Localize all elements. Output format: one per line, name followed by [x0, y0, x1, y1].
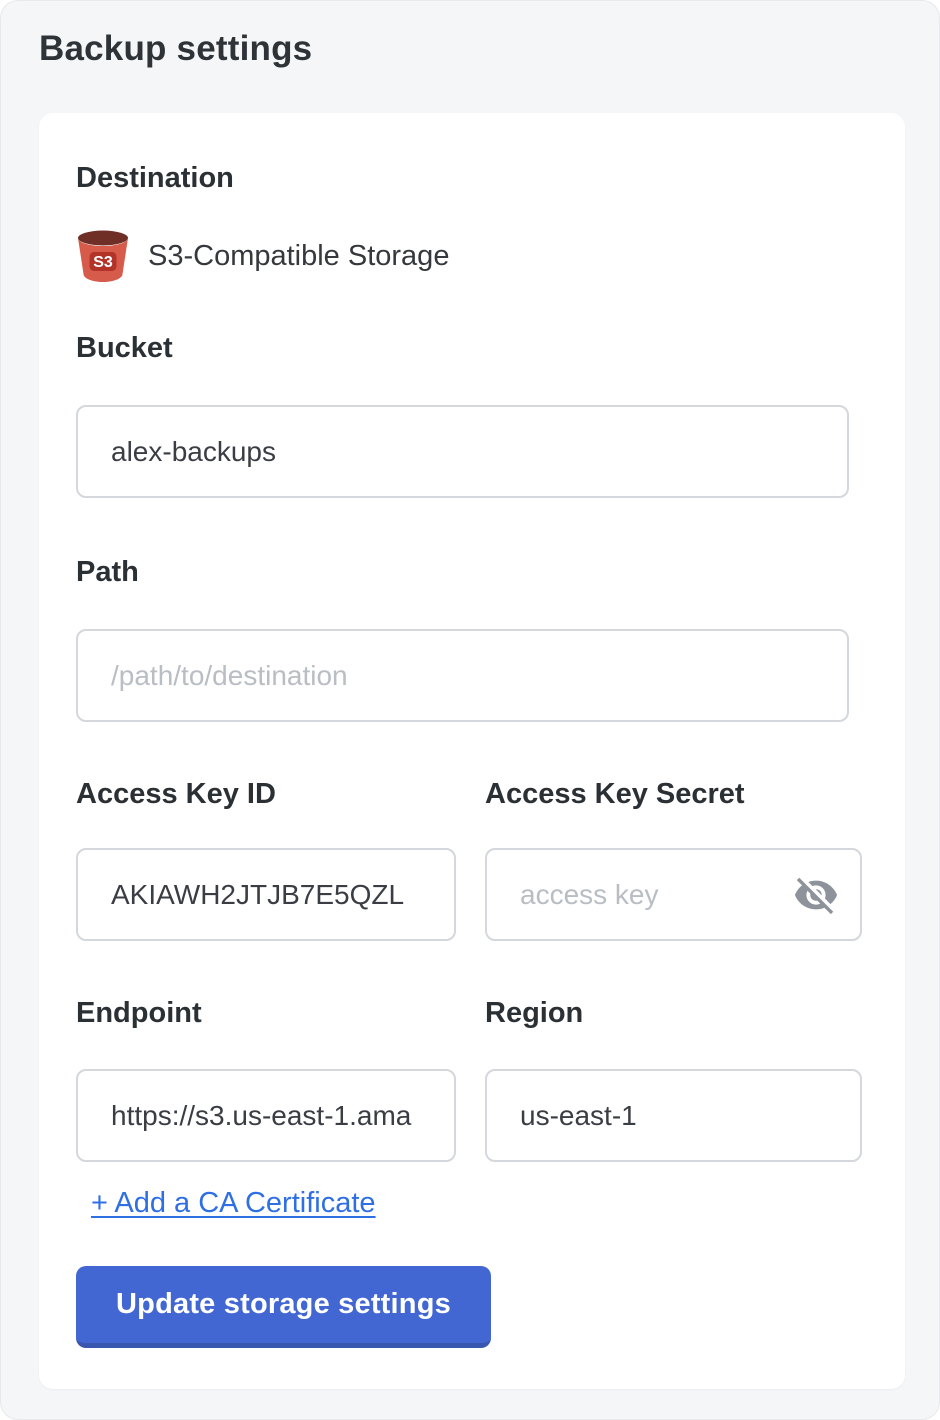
endpoint-label: Endpoint	[76, 996, 456, 1030]
toggle-secret-visibility-button[interactable]	[790, 869, 842, 921]
backup-settings-screen: Backup settings Destination S3 S3-Compat…	[0, 0, 940, 1420]
bucket-label: Bucket	[76, 331, 905, 365]
access-key-secret-label: Access Key Secret	[485, 777, 862, 811]
endpoint-input[interactable]	[76, 1069, 456, 1162]
region-label: Region	[485, 996, 862, 1030]
eye-off-icon	[793, 872, 839, 918]
access-key-secret-field	[485, 848, 862, 941]
update-storage-settings-button[interactable]: Update storage settings	[76, 1266, 491, 1348]
access-key-id-label: Access Key ID	[76, 777, 456, 811]
destination-row: S3 S3-Compatible Storage	[76, 229, 905, 283]
destination-label: Destination	[76, 161, 905, 195]
path-label: Path	[76, 555, 905, 589]
destination-value: S3-Compatible Storage	[148, 240, 449, 273]
page-title: Backup settings	[39, 29, 312, 69]
access-key-id-input[interactable]	[76, 848, 456, 941]
bucket-input[interactable]	[76, 405, 849, 498]
add-ca-certificate-link[interactable]: + Add a CA Certificate	[91, 1187, 376, 1220]
backup-settings-card: Destination S3 S3-Compatible Storage Buc…	[39, 113, 905, 1389]
path-input[interactable]	[76, 629, 849, 722]
svg-text:S3: S3	[93, 254, 113, 271]
region-input[interactable]	[485, 1069, 862, 1162]
s3-bucket-icon: S3	[76, 230, 130, 282]
